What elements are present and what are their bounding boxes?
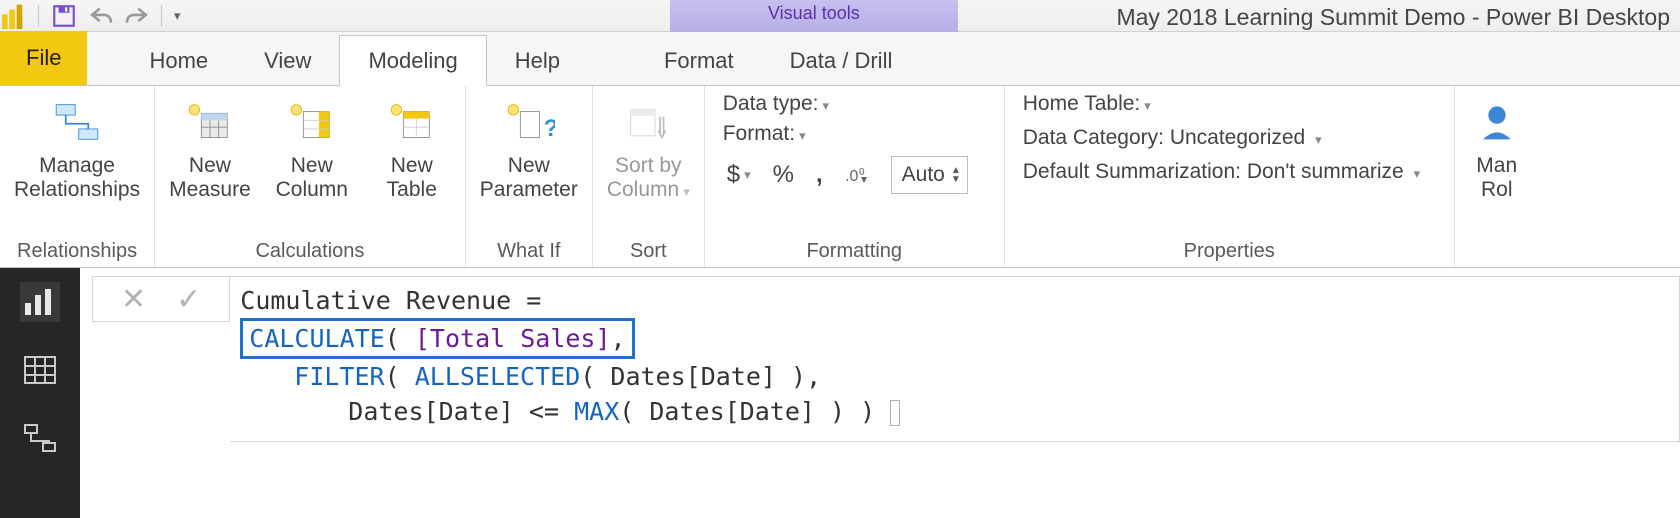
manage-roles-button[interactable]: Man Rol: [1463, 90, 1531, 202]
cursor-caret: [890, 400, 900, 426]
formula-area: ✕ ✓ Cumulative Revenue = CALCULATE( [Tot…: [80, 268, 1680, 518]
group-formatting: Data type: Format: $ % , .00 Auto ▲▼: [705, 86, 1005, 267]
func-filter: FILTER: [294, 362, 384, 391]
tab-view[interactable]: View: [236, 36, 339, 85]
data-category-label: Data Category:: [1023, 126, 1164, 149]
new-parameter-label: New Parameter: [480, 154, 578, 202]
default-summarization-label: Default Summarization:: [1023, 160, 1241, 183]
ribbon: Manage Relationships Relationships New M…: [0, 86, 1680, 268]
manage-roles-label: Man Rol: [1476, 154, 1517, 202]
group-sort-label: Sort: [601, 237, 696, 267]
tab-help[interactable]: Help: [487, 36, 588, 85]
group-calculations: New Measure New Column New Table Calcula…: [155, 86, 466, 267]
data-view-icon[interactable]: [20, 350, 60, 390]
decimal-places-input[interactable]: Auto ▲▼: [891, 156, 968, 194]
format-dropdown[interactable]: Format:: [723, 122, 806, 146]
group-relationships: Manage Relationships Relationships: [0, 86, 155, 267]
new-parameter-button[interactable]: ? New Parameter: [474, 90, 584, 202]
currency-format-button[interactable]: $: [723, 161, 755, 189]
manage-relationships-label: Manage Relationships: [14, 154, 140, 202]
title-bar: ▾ Visual tools May 2018 Learning Summit …: [0, 0, 1680, 32]
measure-name: Cumulative Revenue: [240, 286, 511, 315]
new-parameter-icon: ?: [501, 94, 557, 150]
qat-customize-icon[interactable]: ▾: [168, 8, 187, 24]
formula-editor[interactable]: Cumulative Revenue = CALCULATE( [Total S…: [230, 276, 1680, 442]
commit-formula-icon[interactable]: ✓: [176, 282, 201, 317]
decimal-places-value: Auto: [902, 163, 945, 187]
sort-by-column-button[interactable]: Sort by Column: [601, 90, 696, 202]
tab-modeling[interactable]: Modeling: [339, 35, 486, 86]
group-calculations-label: Calculations: [163, 237, 457, 267]
func-calculate: CALCULATE: [249, 324, 384, 353]
work-area: ✕ ✓ Cumulative Revenue = CALCULATE( [Tot…: [0, 268, 1680, 518]
sort-by-column-label: Sort by Column: [607, 154, 690, 202]
new-measure-icon: [182, 94, 238, 150]
decimal-icon: .00: [841, 163, 877, 187]
ribbon-tabs: File Home View Modeling Help Format Data…: [0, 32, 1680, 86]
model-view-icon[interactable]: [20, 418, 60, 458]
roles-icon: [1469, 94, 1525, 150]
new-column-button[interactable]: New Column: [267, 90, 357, 202]
svg-text:.0: .0: [845, 168, 858, 185]
powerbi-logo-icon: [2, 3, 28, 29]
new-measure-label: New Measure: [169, 154, 251, 202]
data-category-dropdown[interactable]: Data Category: Uncategorized: [1023, 126, 1420, 150]
view-switcher: [0, 268, 80, 518]
group-whatif-label: What If: [474, 237, 584, 267]
group-whatif: ? New Parameter What If: [466, 86, 593, 267]
group-properties-label: Properties: [1013, 237, 1446, 267]
percent-format-button[interactable]: %: [769, 161, 798, 189]
tab-format[interactable]: Format: [636, 36, 762, 85]
cancel-formula-icon[interactable]: ✕: [121, 282, 146, 317]
group-properties: Home Table: Data Category: Uncategorized…: [1005, 86, 1455, 267]
col-dates-2: Dates[Date]: [348, 397, 514, 426]
default-summarization-dropdown[interactable]: Default Summarization: Don't summarize: [1023, 160, 1420, 184]
contextual-tab-label: Visual tools: [670, 0, 958, 32]
group-sort: Sort by Column Sort: [593, 86, 705, 267]
comma-format-button[interactable]: ,: [812, 161, 827, 189]
window-title: May 2018 Learning Summit Demo - Power BI…: [1116, 4, 1670, 31]
group-security-label: [1463, 237, 1531, 267]
new-table-button[interactable]: New Table: [367, 90, 457, 202]
separator: [38, 5, 39, 27]
formula-actions: ✕ ✓: [92, 276, 230, 322]
save-icon[interactable]: [45, 3, 83, 29]
redo-icon[interactable]: [119, 5, 155, 27]
manage-relationships-button[interactable]: Manage Relationships: [8, 90, 146, 202]
file-tab[interactable]: File: [0, 31, 87, 85]
group-relationships-label: Relationships: [8, 237, 146, 267]
spinner-arrows-icon[interactable]: ▲▼: [951, 166, 961, 184]
op: <=: [529, 397, 559, 426]
group-security: Man Rol: [1455, 86, 1531, 267]
data-category-value: Uncategorized: [1170, 126, 1305, 149]
tab-home[interactable]: Home: [121, 36, 236, 85]
new-table-label: New Table: [387, 154, 437, 202]
manage-relationships-icon: [49, 94, 105, 150]
ref-total-sales: [Total Sales]: [415, 324, 611, 353]
col-dates-1: Dates[Date]: [610, 362, 776, 391]
svg-text:?: ?: [544, 115, 555, 142]
col-dates-3: Dates[Date]: [649, 397, 815, 426]
new-measure-button[interactable]: New Measure: [163, 90, 257, 202]
svg-text:0: 0: [859, 167, 865, 178]
home-table-dropdown[interactable]: Home Table:: [1023, 92, 1420, 116]
sort-icon: [620, 94, 676, 150]
new-column-label: New Column: [276, 154, 348, 202]
group-formatting-label: Formatting: [713, 237, 996, 267]
report-view-icon[interactable]: [20, 282, 60, 322]
func-allselected: ALLSELECTED: [415, 362, 581, 391]
undo-icon[interactable]: [83, 5, 119, 27]
data-type-dropdown[interactable]: Data type:: [723, 92, 829, 116]
tab-data-drill[interactable]: Data / Drill: [762, 36, 921, 85]
new-table-icon: [384, 94, 440, 150]
func-max: MAX: [574, 397, 619, 426]
new-column-icon: [284, 94, 340, 150]
default-summarization-value: Don't summarize: [1247, 160, 1404, 183]
separator: [161, 5, 162, 27]
